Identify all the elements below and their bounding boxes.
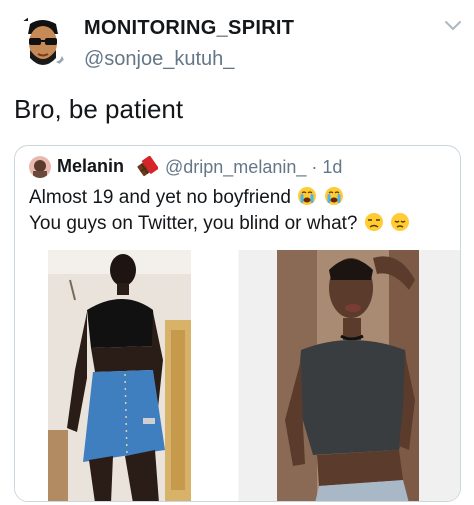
unamused-face-icon <box>364 213 383 231</box>
photo-left[interactable] <box>15 250 238 501</box>
display-name[interactable]: MONITORING_SPIRIT <box>84 17 294 40</box>
chevron-down-icon[interactable] <box>444 20 462 32</box>
quoted-text-line-1: Almost 19 and yet no boyfriend <box>29 186 344 209</box>
quoted-display-name[interactable]: Melanin <box>57 156 124 177</box>
quoted-text-line-2: You guys on Twitter, you blind or what? <box>29 212 410 235</box>
chocolate-bar-icon <box>137 156 158 177</box>
quoted-handle-and-time[interactable]: @dripn_melanin_ · 1d <box>165 157 342 178</box>
photo-right[interactable] <box>239 250 460 501</box>
disappointed-face-icon <box>391 213 410 231</box>
quoted-text-line-2-text: You guys on Twitter, you blind or what? <box>29 213 358 234</box>
tweet-text: Bro, be patient <box>14 94 184 124</box>
media-grid <box>15 250 460 501</box>
quoted-user-avatar[interactable] <box>29 156 51 178</box>
user-handle[interactable]: @sonjoe_kutuh_ <box>84 48 234 71</box>
crying-face-icon <box>324 187 343 205</box>
tweet[interactable]: MONITORING_SPIRIT @sonjoe_kutuh_ Bro, be… <box>0 0 474 505</box>
crying-face-icon <box>298 187 317 205</box>
user-avatar[interactable] <box>14 14 70 70</box>
quoted-tweet[interactable]: Melanin @dripn_melanin_ · 1d Almost 19 a… <box>14 145 461 502</box>
quoted-text-line-1-text: Almost 19 and yet no boyfriend <box>29 187 291 208</box>
